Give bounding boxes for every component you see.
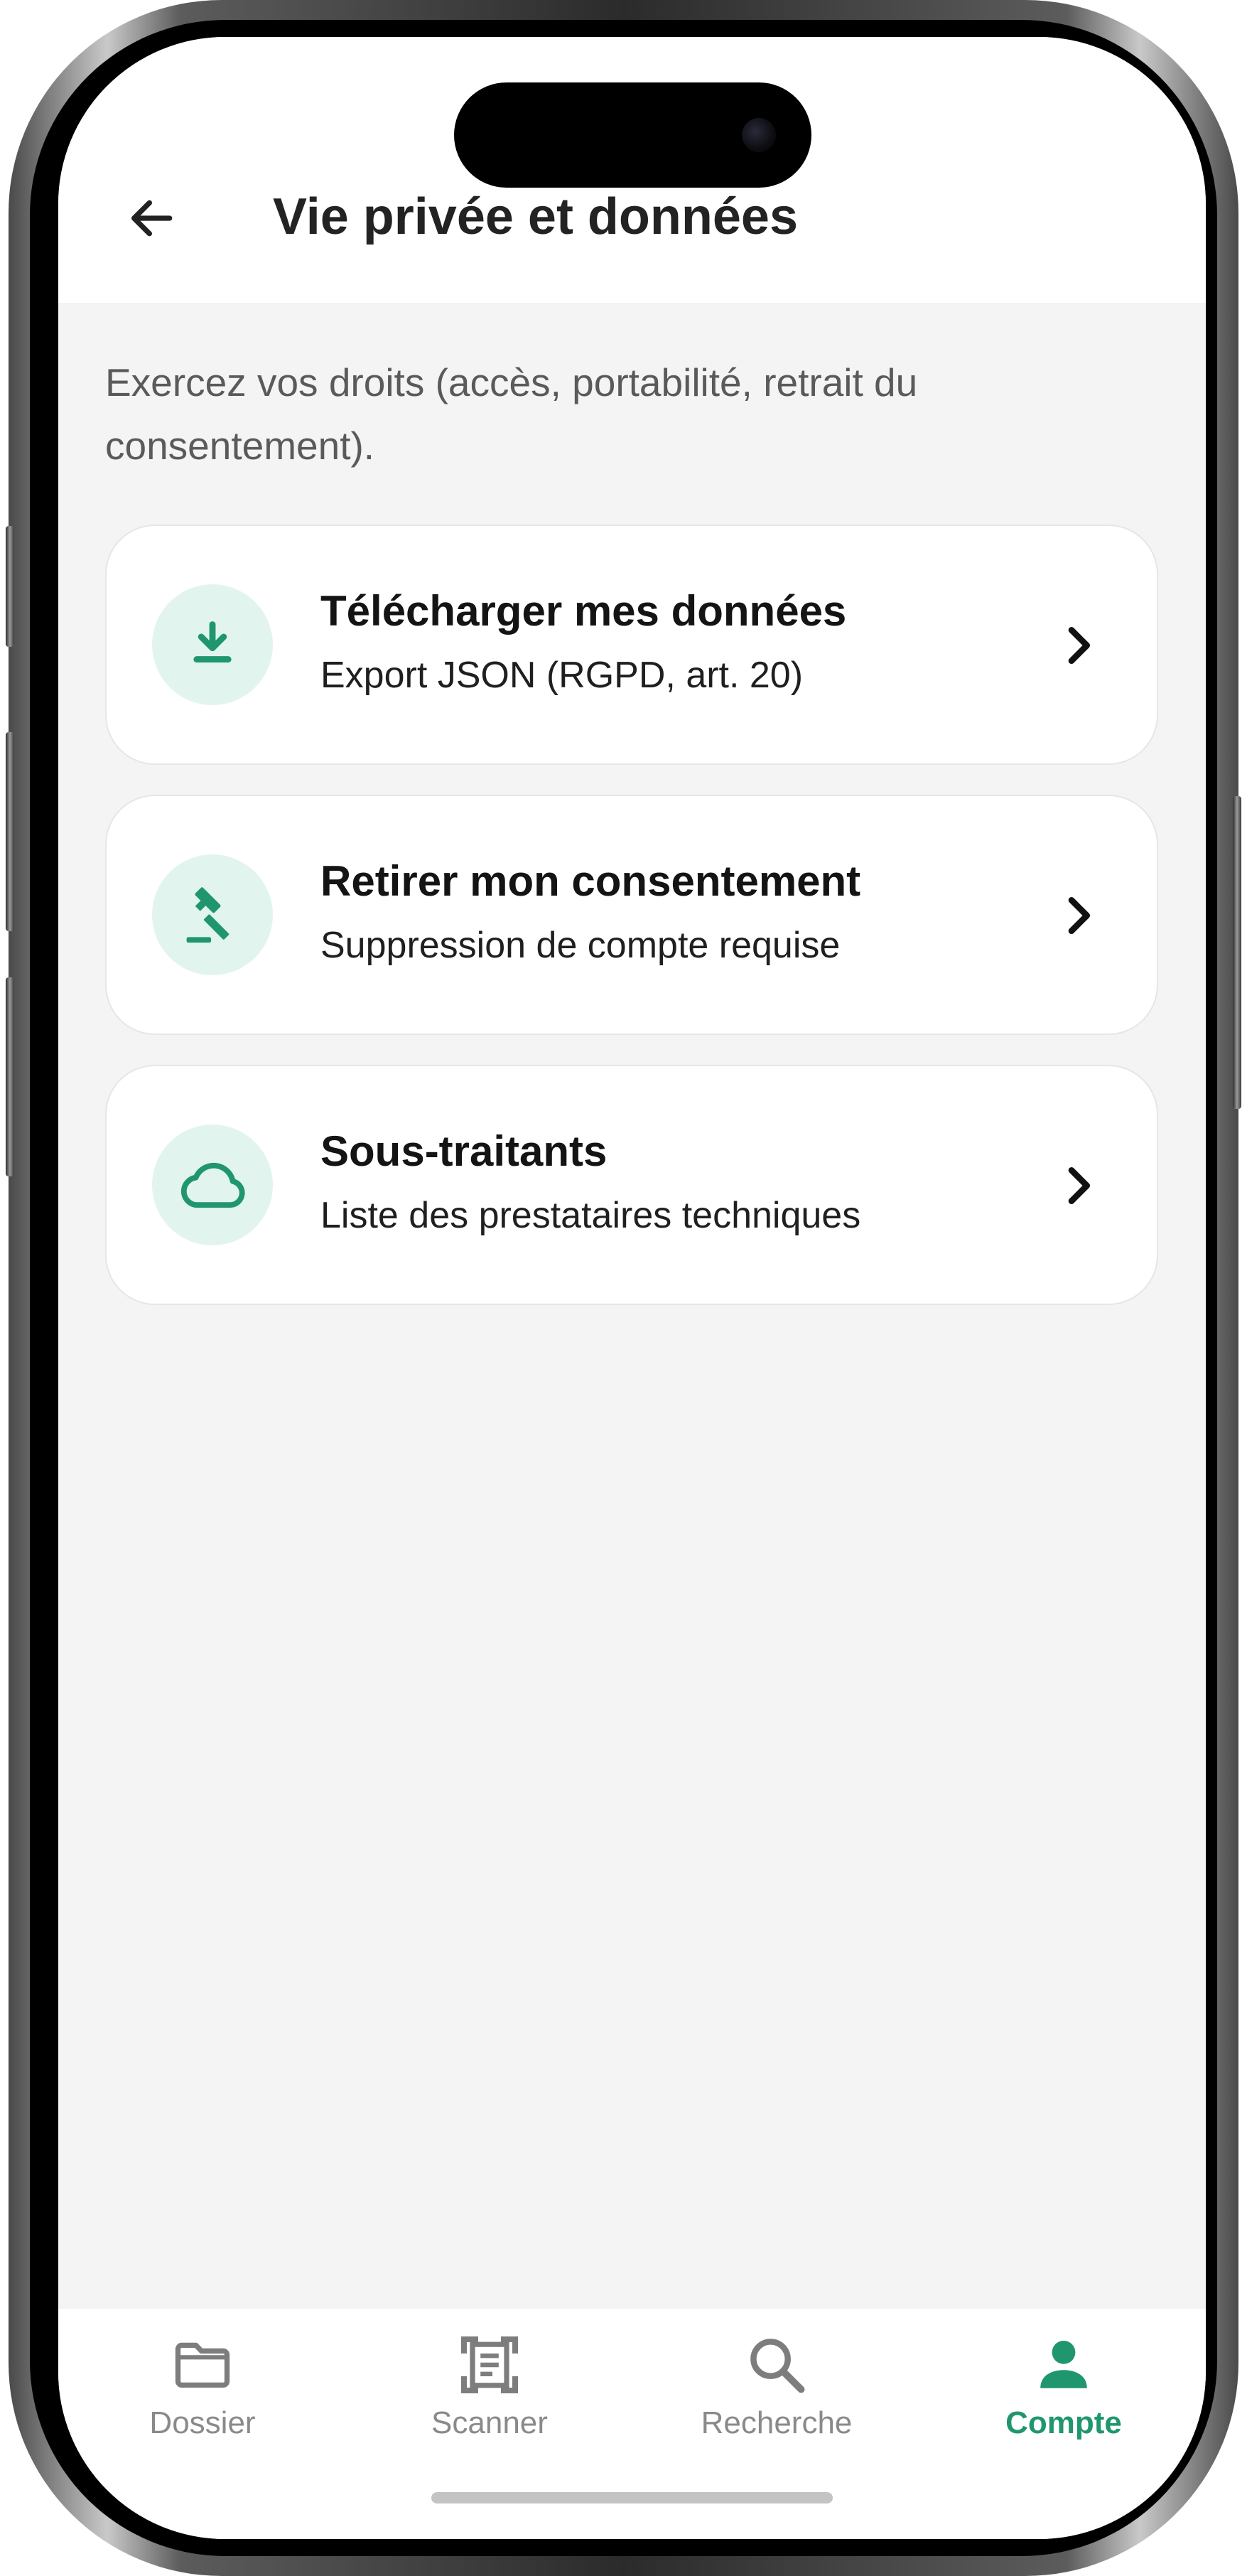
phone-frame: Vie privée et données Exercez vos droits… bbox=[6, 0, 1241, 2576]
volume-up-button bbox=[6, 732, 14, 931]
card-title: Sous-traitants bbox=[320, 1127, 608, 1175]
download-icon bbox=[193, 621, 232, 663]
person-icon bbox=[1025, 2326, 1103, 2404]
card-subtitle: Liste des prestataires techniques bbox=[320, 1195, 861, 1236]
card-title: Télécharger mes données bbox=[320, 587, 847, 635]
home-indicator[interactable] bbox=[431, 2492, 833, 2503]
nav-label: Compte bbox=[1005, 2405, 1122, 2440]
power-button bbox=[1233, 796, 1241, 1109]
card-icon-circle bbox=[152, 854, 273, 975]
chevron-right-icon bbox=[1057, 887, 1100, 944]
camera-icon bbox=[742, 118, 776, 152]
chevron-right-icon bbox=[1057, 617, 1100, 674]
card-icon-circle bbox=[152, 1125, 273, 1245]
bottom-navigation: Dossier Scanner Recherche Compte bbox=[58, 2309, 1206, 2539]
screen: Vie privée et données Exercez vos droits… bbox=[58, 37, 1206, 2539]
subprocessors-card[interactable]: Sous-traitants Liste des prestataires te… bbox=[105, 1065, 1158, 1305]
nav-item-recherche[interactable]: Recherche bbox=[670, 2326, 883, 2468]
card-subtitle: Suppression de compte requise bbox=[320, 925, 841, 966]
back-button[interactable] bbox=[108, 183, 193, 254]
nav-item-compte[interactable]: Compte bbox=[957, 2326, 1170, 2468]
nav-item-scanner[interactable]: Scanner bbox=[383, 2326, 596, 2468]
arrow-left-icon bbox=[131, 200, 173, 237]
withdraw-consent-card[interactable]: Retirer mon consentement Suppression de … bbox=[105, 795, 1158, 1035]
page-title: Vie privée et données bbox=[273, 188, 798, 245]
app-header: Vie privée et données bbox=[58, 37, 1206, 303]
nav-label: Scanner bbox=[431, 2405, 548, 2440]
nav-label: Recherche bbox=[701, 2405, 853, 2440]
card-subtitle: Export JSON (RGPD, art. 20) bbox=[320, 655, 804, 696]
dynamic-island bbox=[454, 82, 811, 188]
nav-item-dossier[interactable]: Dossier bbox=[96, 2326, 309, 2468]
card-title: Retirer mon consentement bbox=[320, 857, 861, 905]
chevron-right-icon bbox=[1057, 1157, 1100, 1214]
card-icon-circle bbox=[152, 584, 273, 705]
search-icon bbox=[738, 2326, 816, 2404]
volume-down-button bbox=[6, 977, 14, 1176]
gavel-icon bbox=[186, 887, 230, 943]
intro-text: Exercez vos droits (accès, portabilité, … bbox=[105, 360, 918, 468]
folder-icon bbox=[163, 2326, 242, 2404]
cloud-icon bbox=[180, 1162, 245, 1208]
action-button bbox=[6, 526, 14, 647]
nav-label: Dossier bbox=[149, 2405, 256, 2440]
download-data-card[interactable]: Télécharger mes données Export JSON (RGP… bbox=[105, 525, 1158, 765]
document-scanner-icon bbox=[450, 2326, 529, 2404]
